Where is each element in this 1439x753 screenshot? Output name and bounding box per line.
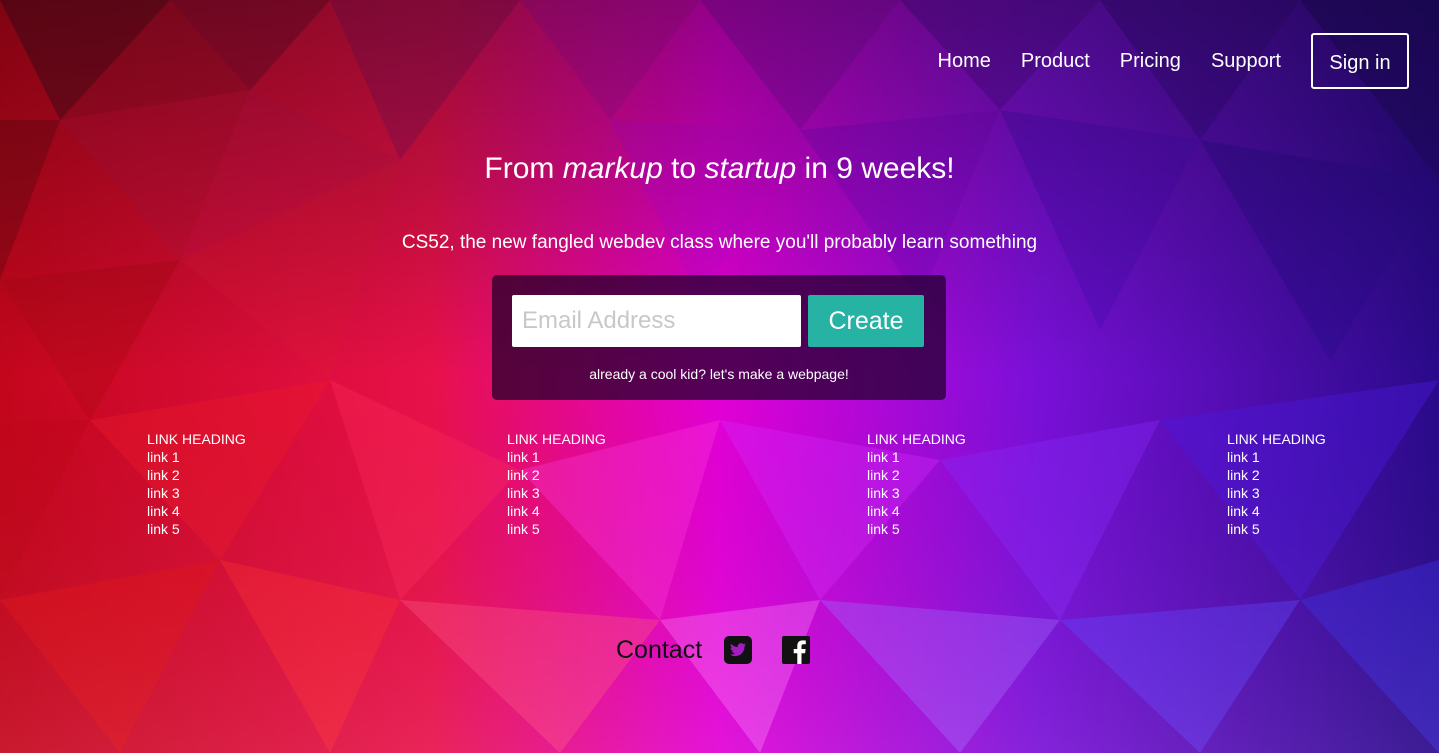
link-item[interactable]: link 5: [147, 520, 246, 538]
facebook-icon[interactable]: [782, 636, 811, 664]
link-item[interactable]: link 2: [507, 466, 606, 484]
link-item[interactable]: link 3: [867, 484, 966, 502]
link-item[interactable]: link 4: [867, 502, 966, 520]
nav-support[interactable]: Support: [1211, 51, 1281, 71]
link-item[interactable]: link 4: [507, 502, 606, 520]
link-item[interactable]: link 1: [867, 448, 966, 466]
hero-title-mid: to: [662, 152, 705, 185]
link-item[interactable]: link 5: [1227, 520, 1326, 538]
link-item[interactable]: link 3: [1227, 484, 1326, 502]
hero-title-suffix: in 9 weeks!: [796, 152, 955, 185]
link-column-2: LINK HEADING link 1 link 2 link 3 link 4…: [507, 430, 606, 538]
link-item[interactable]: link 1: [1227, 448, 1326, 466]
link-item[interactable]: link 4: [1227, 502, 1326, 520]
contact-section: Contact: [616, 630, 840, 670]
link-heading: LINK HEADING: [867, 431, 966, 447]
already-cool-kid-link[interactable]: already a cool kid? let's make a webpage…: [492, 366, 946, 382]
link-item[interactable]: link 2: [147, 466, 246, 484]
link-column-3: LINK HEADING link 1 link 2 link 3 link 4…: [867, 430, 966, 538]
link-item[interactable]: link 1: [147, 448, 246, 466]
hero-subtitle: CS52, the new fangled webdev class where…: [401, 232, 1038, 253]
link-column-4: LINK HEADING link 1 link 2 link 3 link 4…: [1227, 430, 1326, 538]
hero-title-startup: startup: [704, 152, 797, 185]
nav-product[interactable]: Product: [1021, 51, 1090, 71]
create-button[interactable]: Create: [808, 295, 924, 347]
sign-in-button[interactable]: Sign in: [1311, 33, 1409, 89]
link-heading: LINK HEADING: [147, 431, 246, 447]
link-item[interactable]: link 5: [867, 520, 966, 538]
link-item[interactable]: link 1: [507, 448, 606, 466]
link-item[interactable]: link 3: [507, 484, 606, 502]
contact-label: Contact: [616, 635, 703, 664]
link-item[interactable]: link 2: [867, 466, 966, 484]
email-field[interactable]: [512, 295, 801, 347]
link-heading: LINK HEADING: [1227, 431, 1326, 447]
hero-title-prefix: From: [484, 152, 563, 185]
nav-home[interactable]: Home: [938, 51, 991, 71]
landing-page: Home Product Pricing Support Sign in Fro…: [0, 0, 1439, 753]
link-item[interactable]: link 5: [507, 520, 606, 538]
link-heading: LINK HEADING: [507, 431, 606, 447]
link-item[interactable]: link 3: [147, 484, 246, 502]
nav-pricing[interactable]: Pricing: [1120, 51, 1181, 71]
signup-panel: Create already a cool kid? let's make a …: [492, 275, 946, 400]
hero-title: From markup to startup in 9 weeks!: [0, 150, 1439, 188]
link-item[interactable]: link 4: [147, 502, 246, 520]
hero-title-markup: markup: [562, 152, 663, 185]
link-item[interactable]: link 2: [1227, 466, 1326, 484]
twitter-icon[interactable]: [724, 636, 753, 664]
top-nav: Home Product Pricing Support Sign in: [938, 31, 1409, 91]
link-columns: LINK HEADING link 1 link 2 link 3 link 4…: [0, 430, 1439, 550]
link-column-1: LINK HEADING link 1 link 2 link 3 link 4…: [147, 430, 246, 538]
